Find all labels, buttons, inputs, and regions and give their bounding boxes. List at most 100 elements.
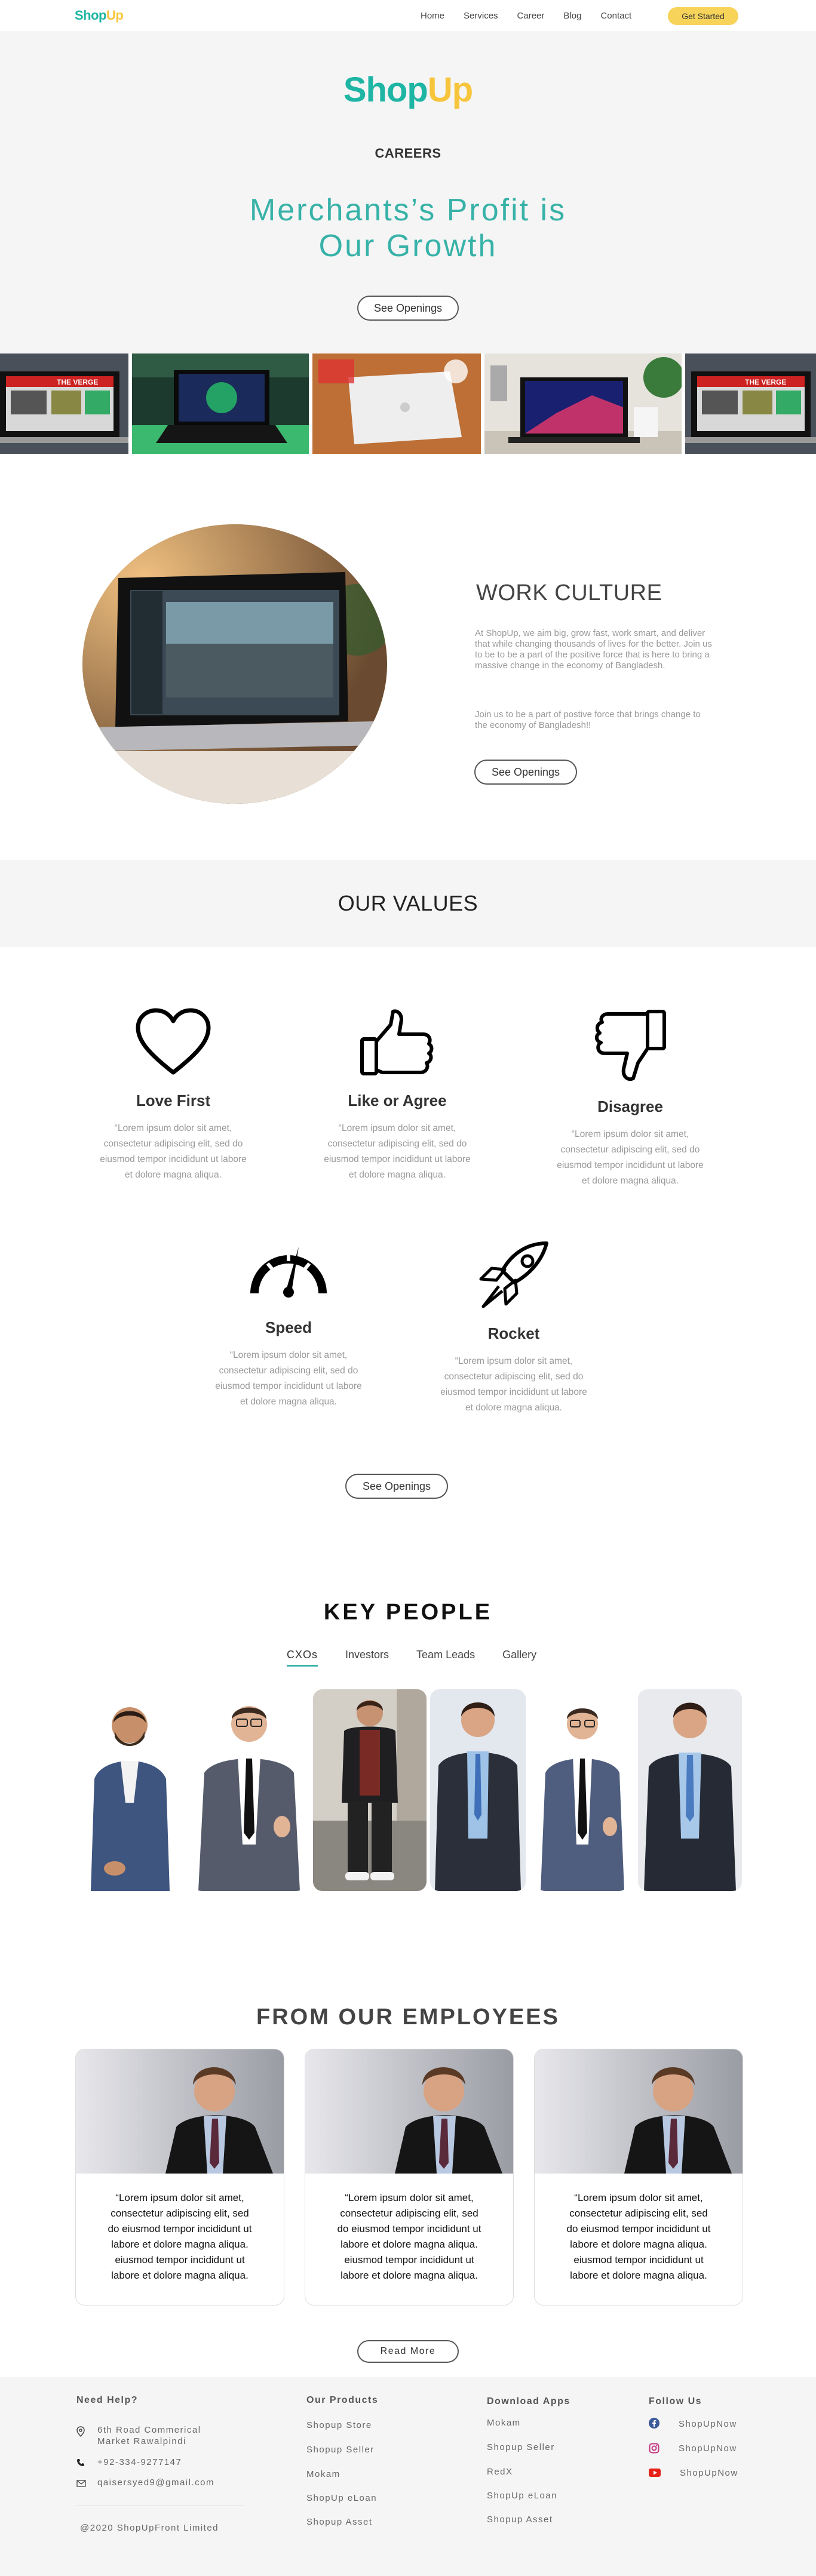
hero-title-line-1: Merchants’s Profit is [249, 193, 567, 228]
footer-phone[interactable]: +92-334-9277147 [97, 2457, 182, 2467]
person-image [91, 1707, 170, 1891]
top-navbar: ShopUp Home Services Career Blog Contact… [0, 0, 816, 31]
culture-laptop-image [82, 524, 387, 804]
our-values-title: OUR VALUES [338, 891, 478, 915]
footer-follow-title: Follow Us [649, 2396, 703, 2406]
tab-team-leads[interactable]: Team Leads [416, 1649, 475, 1667]
footer-app-link[interactable]: RedX [487, 2467, 513, 2477]
value-description: “Lorem ipsum dolor sit amet, consectetur… [324, 1123, 471, 1180]
value-name: Disagree [597, 1098, 663, 1115]
value-description: “Lorem ipsum dolor sit amet, consectetur… [557, 1129, 704, 1186]
values-see-openings-button[interactable]: See Openings [345, 1474, 448, 1499]
footer-product-link[interactable]: Shopup Seller [306, 2445, 375, 2455]
person-image [541, 1708, 624, 1891]
value-description: “Lorem ipsum dolor sit amet, consectetur… [100, 1123, 247, 1180]
phone-icon [77, 2459, 84, 2466]
footer: Need Help? 6th Road Commerical Market Ra… [0, 2377, 816, 2576]
footer-app-link[interactable]: Mokam [487, 2418, 521, 2428]
culture-paragraph-2: Join us to be a part of postive force th… [475, 709, 701, 730]
value-description: “Lorem ipsum dolor sit amet, consectetur… [440, 1356, 587, 1413]
culture-see-openings-button[interactable]: See Openings [474, 760, 577, 785]
heart-icon [136, 1008, 211, 1075]
testimonial-text: “Lorem ipsum dolor sit amet, consectetur… [566, 2192, 711, 2281]
testimonial-text: “Lorem ipsum dolor sit amet, consectetur… [108, 2192, 252, 2281]
person-photo-4[interactable] [430, 1689, 526, 1891]
person-image [313, 1689, 427, 1891]
speedometer-icon [250, 1247, 327, 1298]
nav-link-career[interactable]: Career [517, 11, 545, 21]
hero-title: Merchants’s Profit is Our Growth [0, 192, 816, 264]
nav-link-blog[interactable]: Blog [563, 11, 581, 21]
footer-product-link[interactable]: Shopup Store [306, 2420, 372, 2430]
value-card-love-first: Love First “Lorem ipsum dolor sit amet, … [96, 1007, 251, 1183]
laptop-gallery: THE VERGE THE VERGE [0, 353, 816, 454]
employee-photo [305, 2049, 513, 2174]
employees-title: FROM OUR EMPLOYEES [256, 2005, 560, 2030]
employees-section: FROM OUR EMPLOYEES “Lorem ipsum dolor si… [0, 1959, 816, 2377]
laptop-image: THE VERGE [0, 353, 128, 454]
footer-products-title: Our Products [306, 2395, 379, 2405]
facebook-icon[interactable] [649, 2418, 659, 2429]
footer-product-link[interactable]: ShopUp eLoan [306, 2493, 377, 2503]
youtube-link[interactable]: ShopUpNow [680, 2468, 738, 2478]
footer-email[interactable]: qaisersyed9@gmail.com [97, 2477, 214, 2488]
hero-logo-up: Up [427, 70, 473, 109]
person-photo-5[interactable] [536, 1689, 628, 1891]
svg-text:THE VERGE: THE VERGE [745, 378, 786, 386]
footer-app-link[interactable]: Shopup Asset [487, 2514, 553, 2525]
footer-app-link[interactable]: ShopUp eLoan [487, 2491, 557, 2501]
employee-testimonial-card: “Lorem ipsum dolor sit amet, consectetur… [534, 2049, 743, 2306]
value-name: Love First [136, 1092, 211, 1109]
tab-investors[interactable]: Investors [345, 1649, 389, 1667]
instagram-link[interactable]: ShopUpNow [679, 2443, 737, 2454]
tab-gallery[interactable]: Gallery [502, 1649, 536, 1667]
nav-link-contact[interactable]: Contact [600, 11, 631, 21]
person-photo-2[interactable] [192, 1689, 306, 1891]
footer-app-link[interactable]: Shopup Seller [487, 2442, 555, 2452]
laptop-photo [82, 524, 387, 804]
read-more-button[interactable]: Read More [357, 2340, 459, 2363]
employee-testimonial-card: “Lorem ipsum dolor sit amet, consectetur… [75, 2049, 284, 2306]
see-openings-button[interactable]: See Openings [357, 296, 459, 321]
gaming-laptop-image [132, 353, 309, 454]
gallery-image-4 [484, 353, 682, 454]
footer-help-title: Need Help? [76, 2395, 139, 2405]
svg-text:THE VERGE: THE VERGE [57, 378, 98, 386]
instagram-icon[interactable] [649, 2443, 659, 2454]
hero-logo: ShopUp [0, 70, 816, 110]
value-card-speed: Speed “Lorem ipsum dolor sit amet, conse… [211, 1240, 366, 1410]
thumbs-down-icon [595, 1010, 666, 1081]
value-card-disagree: Disagree “Lorem ipsum dolor sit amet, co… [553, 1007, 708, 1189]
nav-link-home[interactable]: Home [421, 11, 444, 21]
get-started-button[interactable]: Get Started [668, 7, 738, 25]
hero-subtitle: CAREERS [375, 146, 441, 161]
facebook-link[interactable]: ShopUpNow [679, 2419, 737, 2429]
youtube-icon[interactable] [649, 2469, 661, 2477]
person-photo-1[interactable] [79, 1689, 180, 1891]
desk-laptop-image [484, 353, 682, 454]
employee-photo [535, 2049, 743, 2174]
value-name: Rocket [487, 1324, 540, 1342]
thumbs-up-icon [360, 1009, 434, 1075]
person-photo-6[interactable] [638, 1689, 742, 1891]
footer-apps-title: Download Apps [487, 2396, 570, 2406]
tab-cxos[interactable]: CXOs [287, 1649, 318, 1667]
value-description: “Lorem ipsum dolor sit amet, consectetur… [215, 1350, 362, 1407]
value-card-rocket: Rocket “Lorem ipsum dolor sit amet, cons… [436, 1240, 591, 1416]
footer-product-link[interactable]: Mokam [306, 2469, 340, 2479]
person-photo-3[interactable] [313, 1689, 427, 1891]
nav-link-services[interactable]: Services [464, 11, 498, 21]
our-values-header: OUR VALUES [0, 860, 816, 947]
email-icon [76, 2480, 86, 2487]
white-laptop-image [312, 353, 481, 454]
nav-links: Home Services Career Blog Contact [421, 0, 631, 31]
person-image [430, 1689, 526, 1891]
footer-address: 6th Road Commerical Market Rawalpindi [97, 2425, 201, 2446]
gallery-image-2 [132, 353, 309, 454]
value-name: Speed [265, 1318, 312, 1336]
key-people-title: KEY PEOPLE [323, 1600, 493, 1625]
hero-logo-shop: Shop [343, 70, 428, 109]
footer-copyright: @2020 ShopUpFront Limited [80, 2523, 219, 2533]
brand-logo[interactable]: ShopUp [75, 8, 124, 23]
footer-product-link[interactable]: Shopup Asset [306, 2517, 373, 2527]
